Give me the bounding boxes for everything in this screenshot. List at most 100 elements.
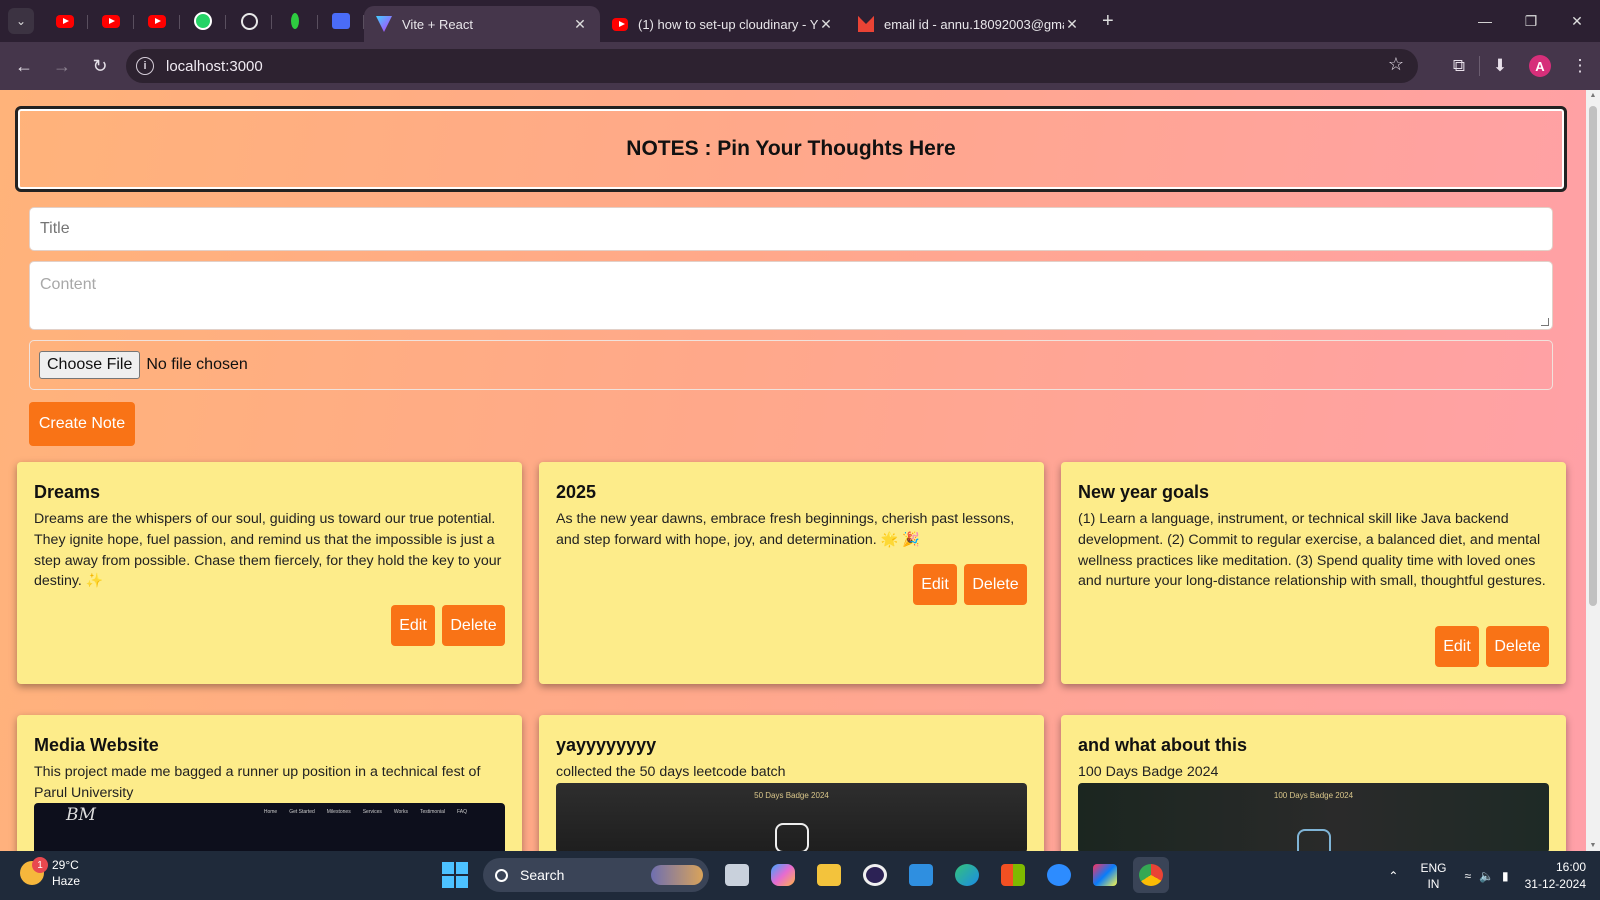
close-window-icon[interactable]: ✕ [1554, 0, 1600, 42]
note-image: 50 Days Badge 2024 [556, 783, 1027, 851]
file-input[interactable]: Choose File No file chosen [29, 340, 1553, 390]
scrollbar-thumb[interactable] [1589, 106, 1597, 606]
delete-button[interactable]: Delete [964, 564, 1027, 605]
tab-vite-react[interactable]: Vite + React ✕ [364, 6, 600, 42]
note-title: Media Website [34, 735, 159, 755]
note-image: BM Home Get Started Milestones Services … [34, 803, 505, 851]
note-image: 100 Days Badge 2024 [1078, 783, 1549, 851]
eclipse-ide-icon[interactable] [857, 857, 893, 893]
minimize-icon[interactable]: — [1462, 0, 1508, 42]
profile-avatar[interactable]: A [1520, 55, 1560, 77]
choose-file-button[interactable]: Choose File [39, 351, 141, 379]
create-note-button[interactable]: Create Note [29, 402, 135, 446]
pinned-tab-chatgpt[interactable] [226, 6, 272, 36]
weather-condition: Haze [52, 874, 81, 888]
search-icon [495, 868, 508, 882]
pinned-tab-youtube-2[interactable] [88, 6, 134, 36]
scroll-down-arrow-icon[interactable]: ▼ [1589, 842, 1597, 849]
youtube-icon [612, 16, 628, 32]
edit-button[interactable]: Edit [391, 605, 435, 646]
language-indicator[interactable]: ENG IN [1420, 860, 1446, 892]
pinned-tab-youtube-1[interactable] [42, 6, 88, 36]
pinned-tab-wifi-app[interactable] [318, 6, 364, 36]
tab-title: (1) how to set-up cloudinary - Y [638, 16, 818, 32]
weather-text: 29°C Haze [52, 857, 80, 889]
forward-arrow-icon[interactable]: → [44, 48, 80, 84]
microsoft-store-icon[interactable] [995, 857, 1031, 893]
note-card-dreams: Dreams Dreams are the whispers of our so… [17, 462, 522, 684]
vscode-icon[interactable] [903, 857, 939, 893]
taskbar-search[interactable]: Search [483, 858, 709, 892]
file-explorer-icon[interactable] [811, 857, 847, 893]
content-textarea[interactable]: Content [29, 261, 1553, 330]
battery-icon[interactable]: ▮ [1502, 869, 1509, 883]
scroll-up-arrow-icon[interactable]: ▲ [1589, 92, 1597, 99]
clock[interactable]: 16:00 31-12-2024 [1525, 859, 1586, 893]
download-icon[interactable]: ⬇ [1480, 56, 1520, 76]
search-highlight-icon [651, 865, 703, 885]
edit-button[interactable]: Edit [1435, 626, 1479, 667]
url-text[interactable]: localhost:3000 [166, 58, 263, 75]
note-title: Dreams [34, 482, 101, 502]
date: 31-12-2024 [1524, 876, 1586, 891]
bookmark-star-icon[interactable]: ☆ [1388, 54, 1404, 75]
edge-icon[interactable] [949, 857, 985, 893]
note-content: As the new year dawns, embrace fresh beg… [556, 511, 1015, 548]
chrome-icon[interactable] [1133, 857, 1169, 893]
youtube-icon [102, 14, 120, 28]
pinned-tab-leaf[interactable] [272, 6, 318, 36]
note-content: 100 Days Badge 2024 [1078, 764, 1219, 780]
note-content: Dreams are the whispers of our soul, gui… [34, 511, 502, 590]
start-windows-icon[interactable] [437, 857, 473, 893]
site-info-icon[interactable]: i [136, 57, 154, 75]
media-nav: Home Get Started Milestones Services Wor… [264, 809, 467, 815]
edit-button[interactable]: Edit [913, 564, 957, 605]
pinned-tabs [42, 6, 364, 36]
volume-icon[interactable]: 🔈 [1479, 869, 1494, 883]
address-bar[interactable]: i localhost:3000 ☆ [126, 49, 1418, 83]
close-tab-icon[interactable]: ✕ [572, 16, 588, 33]
page-viewport: NOTES : Pin Your Thoughts Here Content C… [0, 90, 1586, 851]
tab-gmail[interactable]: email id - annu.18092003@gma ✕ [846, 6, 1092, 42]
pinned-tab-youtube-3[interactable] [134, 6, 180, 36]
note-title: and what about this [1078, 735, 1247, 755]
whatsapp-icon [194, 12, 212, 30]
app-store-icon[interactable] [1041, 857, 1077, 893]
weather-widget[interactable]: 1 29°C Haze [20, 857, 80, 889]
windows-taskbar: 1 29°C Haze Search ⌃ ENG IN ≈ 🔈 ▮ 16:00 … [0, 851, 1600, 900]
pinned-tab-whatsapp[interactable] [180, 6, 226, 36]
page-scrollbar[interactable]: ▲ ▼ [1586, 90, 1600, 851]
delete-button[interactable]: Delete [1486, 626, 1549, 667]
note-actions: Edit Delete [1435, 626, 1549, 667]
tab-title: Vite + React [402, 16, 473, 32]
close-tab-icon[interactable]: ✕ [818, 16, 834, 33]
copilot-icon[interactable] [765, 857, 801, 893]
avatar: A [1529, 55, 1551, 77]
menu-kebab-icon[interactable]: ⋮ [1560, 56, 1600, 76]
system-tray: ⌃ ENG IN ≈ 🔈 ▮ 16:00 31-12-2024 [1388, 851, 1586, 900]
tab-cloudinary[interactable]: (1) how to set-up cloudinary - Y ✕ [600, 6, 846, 42]
extensions-puzzle-icon[interactable]: ⧉ [1439, 56, 1479, 76]
close-tab-icon[interactable]: ✕ [1064, 16, 1080, 33]
delete-button[interactable]: Delete [442, 605, 505, 646]
back-arrow-icon[interactable]: ← [6, 48, 42, 84]
badge-hexagon-icon [1296, 829, 1331, 851]
wifi-icon[interactable]: ≈ [1464, 869, 1471, 883]
resize-grip-icon[interactable] [1541, 318, 1549, 326]
task-view-icon[interactable] [719, 857, 755, 893]
page-header: NOTES : Pin Your Thoughts Here [15, 106, 1567, 192]
intellij-icon[interactable] [1087, 857, 1123, 893]
restore-icon[interactable]: ❐ [1508, 0, 1554, 42]
temperature: 29°C [52, 858, 79, 872]
page-title: NOTES : Pin Your Thoughts Here [626, 137, 956, 160]
show-hidden-icons-chevron-up-icon[interactable]: ⌃ [1388, 869, 1398, 883]
tab-search-chevron-down-icon[interactable]: ⌄ [8, 8, 34, 34]
title-input[interactable] [29, 207, 1553, 251]
new-tab-plus-icon[interactable]: + [1102, 10, 1114, 33]
language-code: ENG [1420, 860, 1447, 875]
youtube-icon [56, 14, 74, 28]
region-code: IN [1427, 876, 1440, 891]
nav-link: Get Started [289, 809, 315, 815]
leaf-icon [291, 13, 299, 29]
reload-icon[interactable]: ↻ [82, 48, 118, 84]
